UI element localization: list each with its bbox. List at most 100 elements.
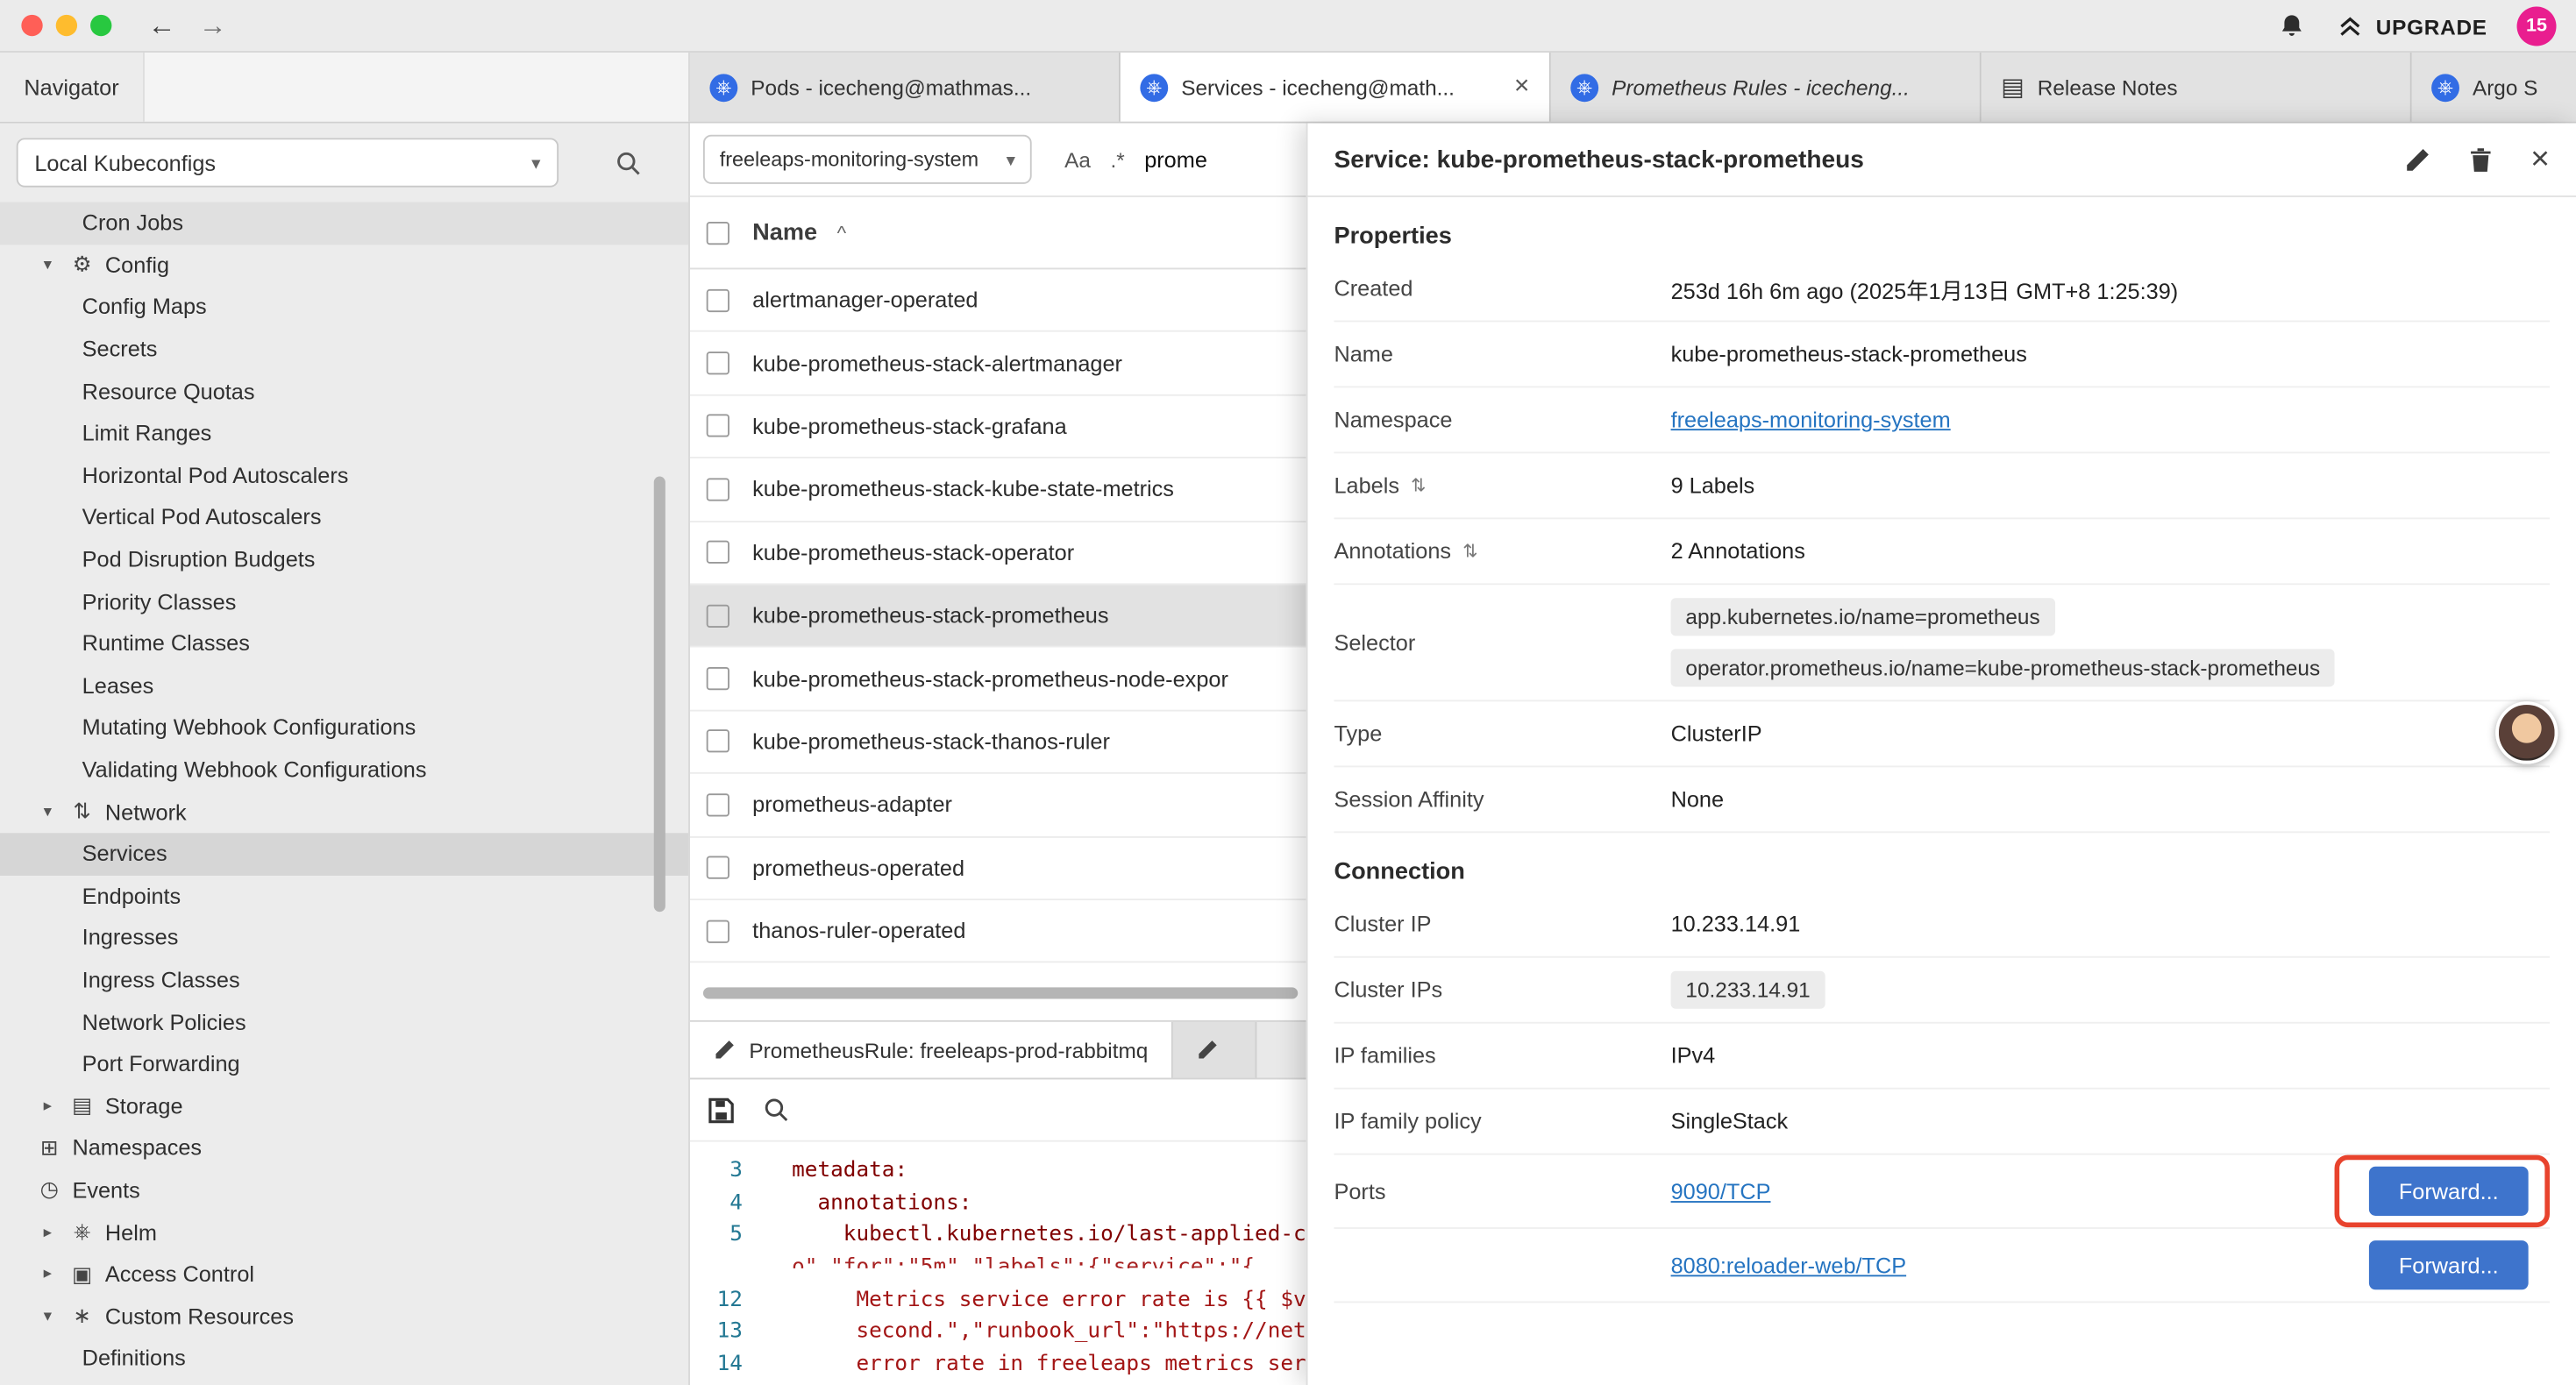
- chevron-down-icon[interactable]: ▾: [36, 256, 59, 274]
- kubernetes-icon: ⎈: [1570, 73, 1598, 101]
- minimize-window-button[interactable]: [56, 15, 77, 36]
- sidebar-item[interactable]: ▸ ▣ Access Control: [0, 1254, 688, 1296]
- upgrade-button[interactable]: UPGRADE: [2337, 12, 2487, 40]
- navigator-sidebar: Local Kubeconfigs ▾ Cron Jobs ▾ ⚙ Config: [0, 124, 690, 1385]
- editor-tab[interactable]: ⎈ Services - icecheng@math... ×: [1121, 53, 1551, 122]
- row-checkbox[interactable]: [707, 415, 729, 437]
- property-label: Created: [1334, 276, 1413, 301]
- kubeconfig-selector[interactable]: Local Kubeconfigs ▾: [17, 138, 559, 187]
- zoom-window-button[interactable]: [90, 15, 111, 36]
- row-checkbox[interactable]: [707, 920, 729, 942]
- sort-toggle-icon[interactable]: ⇅: [1411, 475, 1426, 496]
- tab-label: Argo S: [2473, 75, 2576, 99]
- chevron-down-icon: ▾: [1007, 149, 1015, 170]
- drawer-section: Connection Cluster IP 10.233.14.91: [1334, 859, 2550, 1303]
- row-checkbox[interactable]: [707, 352, 729, 374]
- sidebar-item[interactable]: Config Maps: [0, 286, 688, 328]
- drawer-body: Properties Created 253d 16h 6m ago (2025…: [1307, 197, 2576, 1385]
- sidebar-item[interactable]: Secrets: [0, 328, 688, 370]
- delete-trash-icon[interactable]: [2468, 146, 2494, 174]
- sidebar-item[interactable]: ▸ ⎈ Helm: [0, 1211, 688, 1254]
- sort-toggle-icon[interactable]: ⇅: [1462, 541, 1477, 562]
- sidebar-item[interactable]: Endpoints: [0, 875, 688, 917]
- forward-button[interactable]: Forward...: [2369, 1167, 2529, 1216]
- sidebar-item[interactable]: ◷ Events: [0, 1169, 688, 1211]
- select-all-checkbox[interactable]: [707, 221, 729, 244]
- sidebar-item[interactable]: Horizontal Pod Autoscalers: [0, 454, 688, 496]
- sidebar-item[interactable]: ▾ ∗ Custom Resources: [0, 1296, 688, 1338]
- sidebar-item[interactable]: ⊞ Namespaces: [0, 1127, 688, 1169]
- sidebar-item[interactable]: Runtime Classes: [0, 622, 688, 664]
- property-row: Labels ⇅ 9 Labels: [1334, 453, 2550, 519]
- sidebar-item[interactable]: Cron Jobs: [0, 202, 688, 245]
- row-checkbox[interactable]: [707, 730, 729, 753]
- sidebar-item[interactable]: Resource Quotas: [0, 370, 688, 412]
- close-drawer-icon[interactable]: ×: [2530, 143, 2550, 175]
- avatar[interactable]: [2495, 701, 2558, 764]
- sidebar-item[interactable]: Network Policies: [0, 1001, 688, 1043]
- custom-resources-icon: ∗: [69, 1303, 96, 1330]
- property-label: Namespace: [1334, 408, 1452, 432]
- property-link[interactable]: freeleaps-monitoring-system: [1671, 408, 1951, 432]
- chevron-right-icon[interactable]: ▸: [36, 1097, 59, 1116]
- chevron-right-icon[interactable]: ▸: [36, 1265, 59, 1283]
- sidebar-item-label: Network Policies: [82, 1010, 246, 1034]
- save-icon[interactable]: [707, 1095, 737, 1125]
- sidebar-item[interactable]: Ingresses: [0, 917, 688, 959]
- editor-tab[interactable]: ⎈ Prometheus Rules - icecheng...: [1551, 53, 1982, 122]
- navigator-tab[interactable]: Navigator: [0, 53, 145, 122]
- search-input[interactable]: [1144, 147, 1292, 172]
- sidebar-item[interactable]: ▾ ⚙ Config: [0, 245, 688, 287]
- sort-asc-icon[interactable]: ^: [837, 221, 847, 244]
- regex-toggle[interactable]: .*: [1110, 147, 1124, 172]
- notifications-bell-icon[interactable]: [2277, 11, 2307, 41]
- sidebar-scrollbar[interactable]: [654, 477, 665, 913]
- match-case-toggle[interactable]: Aa: [1064, 147, 1091, 172]
- row-checkbox[interactable]: [707, 793, 729, 816]
- back-icon[interactable]: ←: [148, 9, 176, 41]
- sidebar-item[interactable]: Priority Classes: [0, 580, 688, 622]
- search-icon[interactable]: [615, 149, 643, 177]
- property-link[interactable]: 8080:reloader-web/TCP: [1671, 1253, 1907, 1277]
- sidebar-item[interactable]: ▾ ⇅ Network: [0, 791, 688, 833]
- forward-button[interactable]: Forward...: [2369, 1240, 2529, 1289]
- sidebar-item[interactable]: Vertical Pod Autoscalers: [0, 496, 688, 538]
- row-checkbox[interactable]: [707, 667, 729, 690]
- dock-tab[interactable]: [1172, 1022, 1256, 1078]
- sidebar-item-label: Namespaces: [72, 1136, 202, 1161]
- forward-icon[interactable]: →: [199, 9, 227, 41]
- edit-pencil-icon[interactable]: [2404, 146, 2432, 174]
- property-value: 10.233.14.91: [1671, 912, 1801, 936]
- row-checkbox[interactable]: [707, 541, 729, 564]
- sidebar-item[interactable]: Validating Webhook Configurations: [0, 749, 688, 791]
- sidebar-item[interactable]: Leases: [0, 664, 688, 707]
- dock-tab[interactable]: PrometheusRule: freeleaps-prod-rabbitmq: [690, 1022, 1172, 1078]
- sidebar-item[interactable]: Ingress Classes: [0, 959, 688, 1001]
- editor-tab[interactable]: ▤ Release Notes: [1982, 53, 2412, 122]
- sidebar-item[interactable]: Mutating Webhook Configurations: [0, 707, 688, 749]
- notification-count-badge[interactable]: 15: [2517, 6, 2557, 46]
- editor-search-icon[interactable]: [762, 1096, 790, 1124]
- sidebar-item[interactable]: Definitions: [0, 1338, 688, 1380]
- editor-tab[interactable]: ⎈ Argo S: [2412, 53, 2576, 122]
- row-checkbox[interactable]: [707, 288, 729, 311]
- editor-tab[interactable]: ⎈ Pods - icecheng@mathmas...: [690, 53, 1121, 122]
- sidebar-item[interactable]: Services: [0, 833, 688, 875]
- sidebar-item[interactable]: ▸ ▤ Storage: [0, 1085, 688, 1127]
- row-checkbox[interactable]: [707, 478, 729, 501]
- horizontal-scrollbar[interactable]: [703, 987, 1298, 998]
- property-link[interactable]: 9090/TCP: [1671, 1179, 1771, 1204]
- chevron-right-icon[interactable]: ▸: [36, 1223, 59, 1241]
- name-column-header[interactable]: Name: [752, 219, 817, 245]
- sidebar-item[interactable]: Pod Disruption Budgets: [0, 538, 688, 580]
- row-checkbox[interactable]: [707, 856, 729, 879]
- row-checkbox[interactable]: [707, 604, 729, 627]
- sidebar-item[interactable]: Limit Ranges: [0, 412, 688, 454]
- close-window-button[interactable]: [21, 15, 42, 36]
- close-tab-icon[interactable]: ×: [1514, 74, 1530, 100]
- chevron-down-icon[interactable]: ▾: [36, 803, 59, 821]
- chevron-down-icon[interactable]: ▾: [36, 1307, 59, 1325]
- code-token: metadata:: [792, 1158, 907, 1183]
- sidebar-item[interactable]: Port Forwarding: [0, 1043, 688, 1085]
- namespace-selector[interactable]: freeleaps-monitoring-system ▾: [703, 135, 1032, 184]
